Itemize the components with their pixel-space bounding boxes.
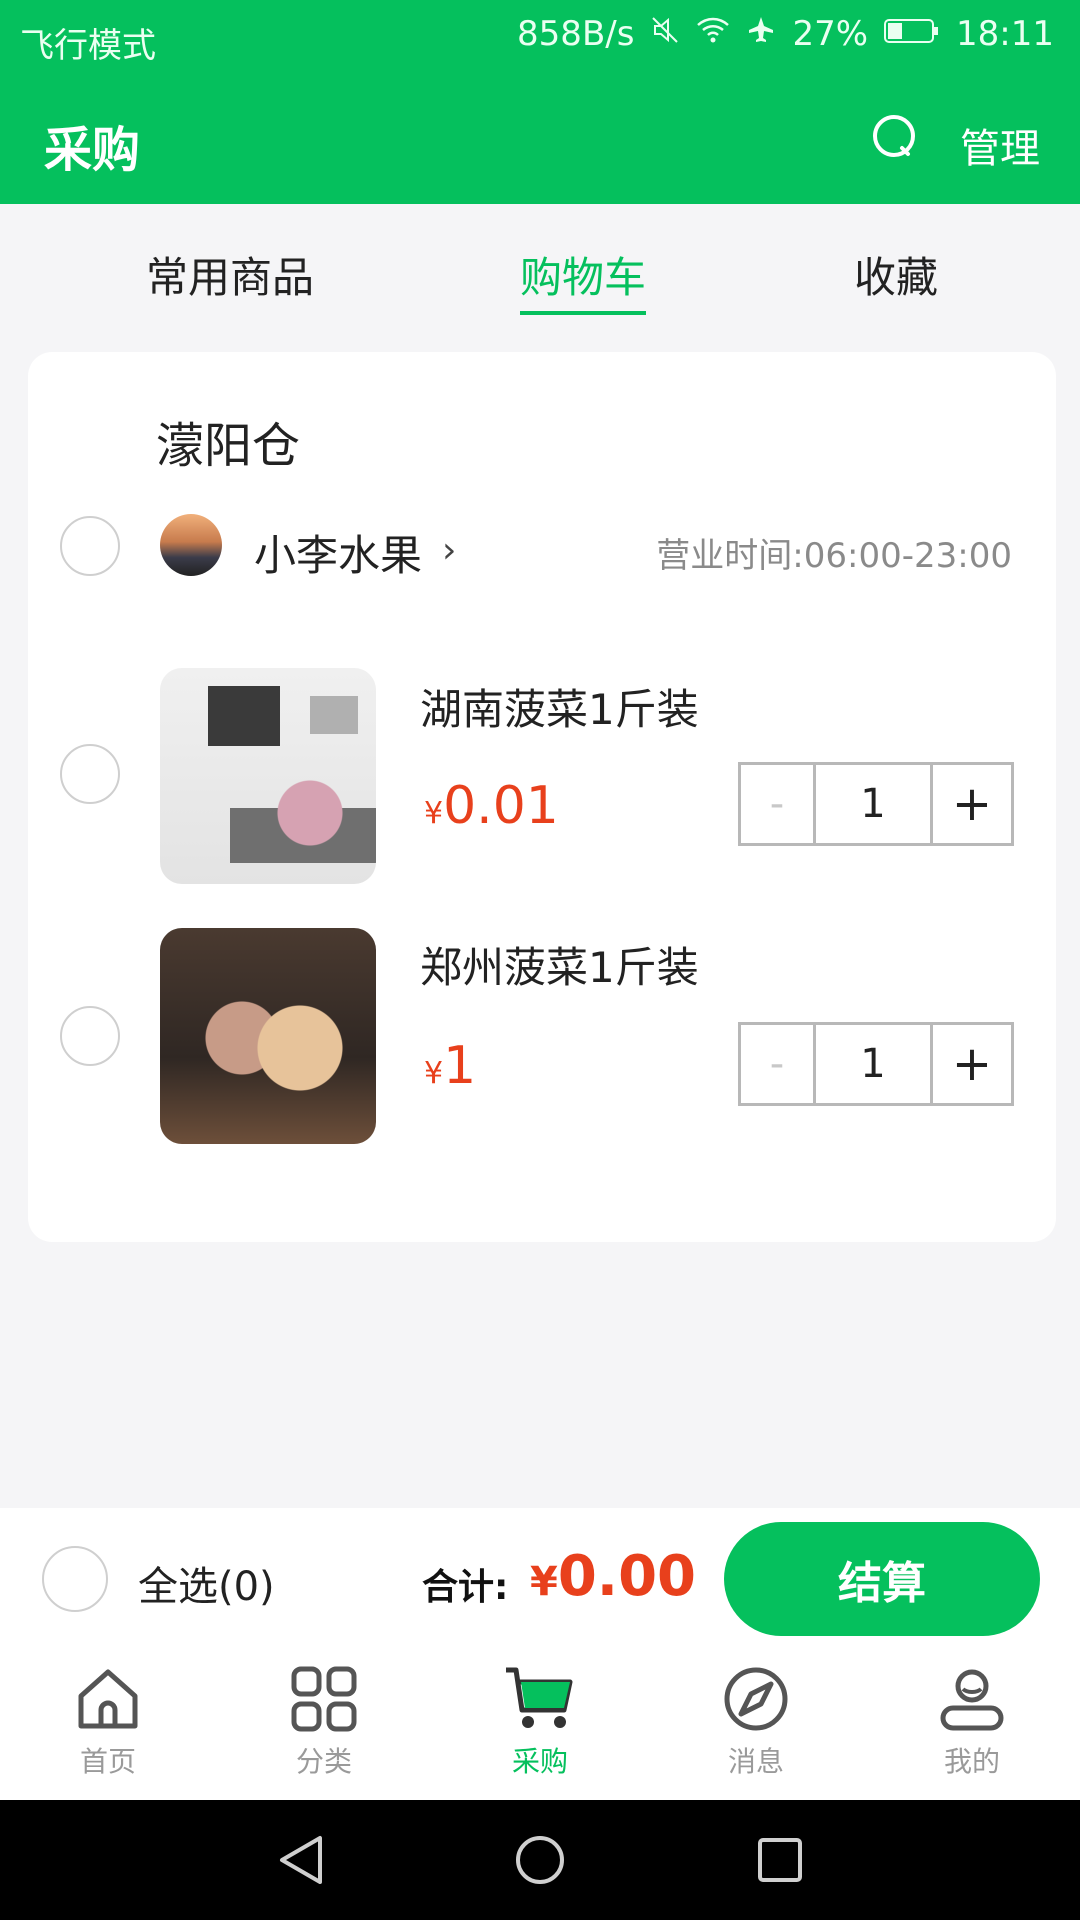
tab-frequent-items[interactable]: 常用商品 <box>146 244 314 305</box>
manage-button[interactable]: 管理 <box>960 116 1040 174</box>
warehouse-title: 濛阳仓 <box>156 418 301 474</box>
decrement-button[interactable]: - <box>741 1025 816 1103</box>
page-title: 采购 <box>44 122 141 178</box>
nav-purchase[interactable]: 采购 <box>480 1664 600 1780</box>
quantity-stepper: - 1 + <box>738 762 1014 846</box>
recents-icon[interactable] <box>756 1836 804 1884</box>
mute-icon <box>650 14 680 54</box>
compass-icon <box>724 1667 788 1731</box>
shop-avatar <box>160 514 222 576</box>
nav-label: 消息 <box>727 1745 784 1778</box>
item-select-radio[interactable] <box>60 744 120 804</box>
product-name[interactable]: 郑州菠菜1斤装 <box>420 934 699 995</box>
nav-category[interactable]: 分类 <box>264 1664 384 1780</box>
price-value: 1 <box>443 1036 477 1096</box>
currency-symbol: ¥ <box>424 796 444 831</box>
back-icon[interactable] <box>276 1834 326 1886</box>
cart-icon <box>506 1667 573 1728</box>
decrement-button[interactable]: - <box>741 765 816 843</box>
price-value: 0.01 <box>443 776 559 836</box>
profile-icon <box>940 1669 1004 1731</box>
chevron-right-icon[interactable]: › <box>442 530 456 571</box>
nav-label: 分类 <box>295 1745 352 1778</box>
home-icon <box>78 1669 138 1729</box>
total-label: 合计: <box>422 1567 509 1608</box>
product-name[interactable]: 湖南菠菜1斤装 <box>420 676 699 737</box>
nav-home[interactable]: 首页 <box>48 1664 168 1780</box>
total-amount: ¥0.00 <box>530 1544 696 1609</box>
item-select-radio[interactable] <box>60 1006 120 1066</box>
increment-button[interactable]: + <box>933 765 1011 843</box>
home-circle-icon[interactable] <box>514 1834 566 1886</box>
tab-cart[interactable]: 购物车 <box>520 244 647 315</box>
currency-symbol: ¥ <box>424 1056 444 1091</box>
currency-symbol: ¥ <box>530 1559 558 1605</box>
system-nav-bar <box>0 1800 1080 1920</box>
product-price: ¥0.01 <box>424 776 559 836</box>
search-icon[interactable] <box>872 114 916 158</box>
select-all-radio[interactable] <box>42 1546 108 1612</box>
shop-hours: 营业时间:06:00-23:00 <box>656 536 1012 576</box>
airplane-icon <box>746 14 776 54</box>
product-image[interactable] <box>160 928 376 1144</box>
increment-button[interactable]: + <box>933 1025 1011 1103</box>
wifi-icon <box>696 14 730 54</box>
nav-label: 首页 <box>79 1745 136 1778</box>
grid-icon <box>291 1666 357 1732</box>
shop-select-radio[interactable] <box>60 516 120 576</box>
shop-name[interactable]: 小李水果 <box>254 522 422 583</box>
nav-profile[interactable]: 我的 <box>912 1664 1032 1780</box>
clock: 18:11 <box>956 14 1054 54</box>
nav-label: 我的 <box>943 1745 1000 1778</box>
status-mode: 飞行模式 <box>20 26 156 66</box>
tab-bar: 常用商品 购物车 收藏 <box>0 244 1080 324</box>
quantity-stepper: - 1 + <box>738 1022 1014 1106</box>
checkout-button[interactable]: 结算 <box>724 1522 1040 1636</box>
nav-messages[interactable]: 消息 <box>696 1664 816 1780</box>
network-speed: 858B/s <box>517 14 635 54</box>
product-price: ¥1 <box>424 1036 476 1096</box>
battery-percent: 27% <box>792 14 869 54</box>
product-image[interactable] <box>160 668 376 884</box>
quantity-value[interactable]: 1 <box>816 1025 933 1103</box>
battery-icon <box>884 14 940 54</box>
nav-label: 采购 <box>511 1745 568 1778</box>
bottom-nav: 首页 分类 采购 消息 我的 <box>0 1648 1080 1800</box>
total-value: 0.00 <box>557 1544 697 1609</box>
status-bar: 飞行模式 858B/s 27% 18:11 <box>0 0 1080 74</box>
quantity-value[interactable]: 1 <box>816 765 933 843</box>
select-all-label[interactable]: 全选(0) <box>138 1554 275 1612</box>
tab-favorites[interactable]: 收藏 <box>854 244 938 305</box>
